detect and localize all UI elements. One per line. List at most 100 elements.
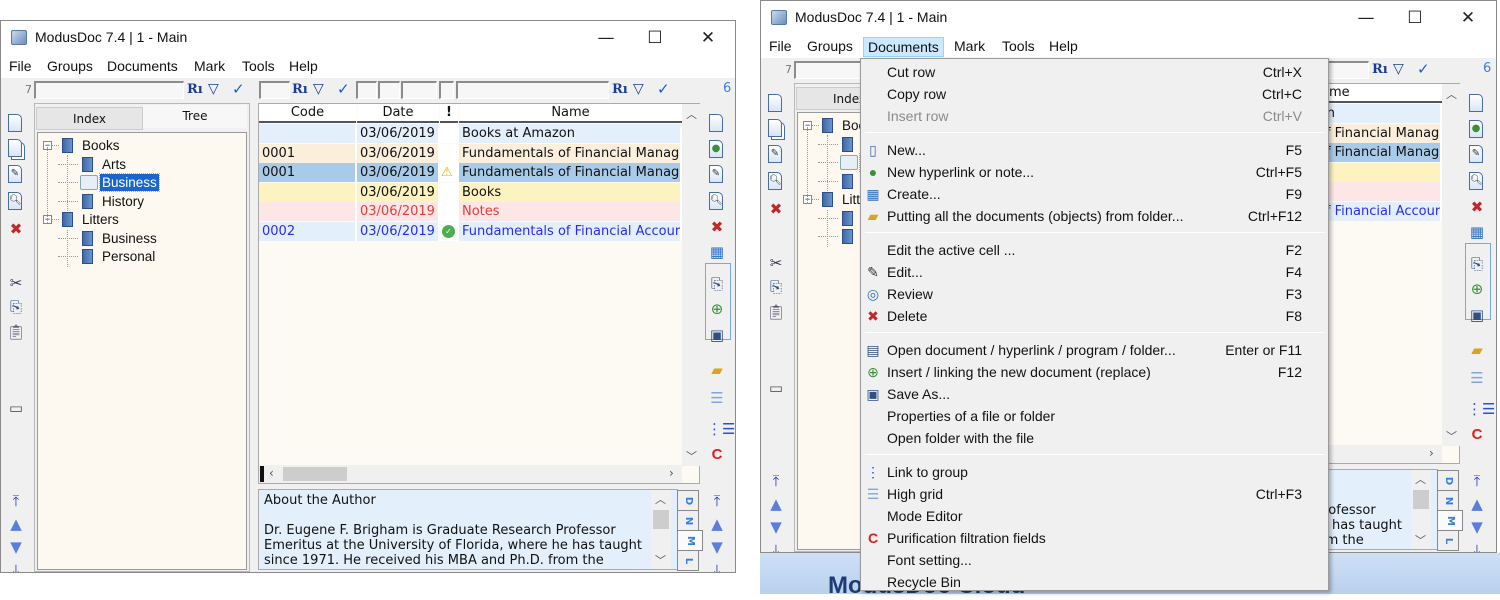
- minimize-button[interactable]: —: [1346, 5, 1386, 31]
- menu-item-open-folder-with-the-file[interactable]: Open folder with the file: [861, 427, 1328, 449]
- high-grid-icon[interactable]: ☰: [1467, 368, 1487, 388]
- filter-register-button[interactable]: Rı: [612, 82, 628, 97]
- menu-item-insert-linking-the-new-document-replace[interactable]: ⊕ Insert / linking the new document (repl…: [861, 361, 1328, 383]
- last-icon[interactable]: ⤓: [766, 540, 786, 552]
- filter-icon[interactable]: ▽: [208, 81, 219, 97]
- menu-item-review[interactable]: ◎ Review F3: [861, 283, 1328, 305]
- filter-icon[interactable]: ▽: [313, 81, 324, 97]
- cell-name[interactable]: Fundamentals of Financial Manag: [459, 163, 682, 183]
- delete-icon[interactable]: ✖: [1467, 197, 1487, 217]
- delete-icon[interactable]: ✖: [6, 219, 26, 239]
- cell-date[interactable]: 03/06/2019: [357, 222, 440, 241]
- first-icon[interactable]: ⤒: [1467, 471, 1487, 491]
- link-group-icon[interactable]: ⋮☰: [707, 419, 735, 439]
- globe-document-icon[interactable]: ●: [1467, 119, 1487, 139]
- notes-tab-l[interactable]: L: [1437, 530, 1459, 551]
- cell-flag[interactable]: [440, 182, 459, 202]
- apply-check-icon[interactable]: ✓: [657, 80, 670, 98]
- cell-code[interactable]: 0001: [259, 143, 357, 163]
- maximize-button[interactable]: ☐: [1395, 5, 1435, 31]
- column-header-name[interactable]: Name: [459, 104, 682, 123]
- menu-item-high-grid[interactable]: ☰ High grid Ctrl+F3: [861, 483, 1328, 505]
- cell-code[interactable]: [259, 182, 357, 202]
- review-document-icon[interactable]: 🔍︎: [707, 191, 727, 211]
- menu-help[interactable]: Help: [285, 57, 322, 77]
- tab-tree[interactable]: Tree: [143, 105, 247, 128]
- scroll-thumb[interactable]: [1413, 490, 1429, 509]
- cell-date[interactable]: 03/06/2019: [357, 202, 440, 222]
- last-icon[interactable]: ⤓: [6, 560, 26, 572]
- cell-code[interactable]: [259, 124, 357, 143]
- prev-icon[interactable]: ▲: [707, 514, 727, 534]
- close-button[interactable]: ✕: [1448, 5, 1488, 31]
- table-row[interactable]: 000103/06/2019 Fundamentals of Financial …: [259, 143, 682, 163]
- table-row[interactable]: 03/06/2019 Notes: [259, 202, 682, 222]
- edit-document-icon[interactable]: ✎: [6, 164, 26, 184]
- cell-date[interactable]: 03/06/2019: [357, 124, 440, 143]
- menu-item-putting-all-the-documents-objects-from-folder[interactable]: ▰ Putting all the documents (objects) fro…: [861, 205, 1328, 227]
- paste-icon[interactable]: 📋︎: [6, 322, 26, 342]
- group-filter-input[interactable]: [34, 81, 184, 99]
- first-icon[interactable]: ⤒: [766, 471, 786, 491]
- filter-register-button[interactable]: Rı: [187, 82, 203, 97]
- scroll-up-icon[interactable]: ︿: [1415, 471, 1426, 487]
- menu-item-new[interactable]: ▯ New... F5: [861, 139, 1328, 161]
- filter-register-button[interactable]: Rı: [1372, 62, 1388, 77]
- create-form-icon[interactable]: ▦: [707, 242, 727, 262]
- edit-document-icon[interactable]: ✎: [766, 144, 786, 164]
- cut-icon[interactable]: ✂: [6, 273, 26, 293]
- cell-flag[interactable]: ⚠: [440, 163, 459, 183]
- new-document-icon[interactable]: [1467, 93, 1487, 113]
- grid-vertical-scrollbar[interactable]: ︿ ﹀: [682, 104, 700, 466]
- grid-vertical-scrollbar[interactable]: ︿ ﹀: [1442, 84, 1460, 446]
- first-icon[interactable]: ⤒: [6, 491, 26, 511]
- menu-item-properties-of-a-file-or-folder[interactable]: Properties of a file or folder: [861, 405, 1328, 427]
- menu-item-purification-filtration-fields[interactable]: C Purification filtration fields: [861, 527, 1328, 549]
- table-row[interactable]: 03/06/2019 Books: [259, 182, 682, 202]
- copy-row-icon[interactable]: ⎘: [766, 277, 786, 297]
- menu-item-delete[interactable]: ✖ Delete F8: [861, 305, 1328, 327]
- cell-code[interactable]: 0002: [259, 222, 357, 241]
- tab-index[interactable]: Index: [36, 107, 143, 130]
- next-icon[interactable]: ▼: [1467, 517, 1487, 537]
- delete-icon[interactable]: ✖: [707, 217, 727, 237]
- cell-date[interactable]: 03/06/2019: [357, 143, 440, 163]
- menu-item-font-setting[interactable]: Font setting...: [861, 549, 1328, 571]
- menu-item-edit-the-active-cell[interactable]: Edit the active cell ... F2: [861, 239, 1328, 261]
- scroll-down-icon[interactable]: ﹀: [1415, 532, 1426, 548]
- notes-panel[interactable]: About the Author Dr. Eugene F. Brigham is…: [258, 489, 678, 570]
- cell-flag[interactable]: [440, 124, 459, 143]
- filter-icon[interactable]: ▽: [1393, 61, 1404, 77]
- menu-mark[interactable]: Mark: [190, 57, 229, 77]
- notes-scrollbar[interactable]: ︿ ﹀: [1411, 470, 1431, 549]
- paste-icon[interactable]: 📋︎: [766, 302, 786, 322]
- filter-register-button[interactable]: Rı: [292, 82, 308, 97]
- next-icon[interactable]: ▼: [6, 537, 26, 557]
- menu-item-edit[interactable]: ✎ Edit... F4: [861, 261, 1328, 283]
- apply-check-icon[interactable]: ✓: [337, 80, 350, 98]
- copy-row-icon[interactable]: ⎘: [6, 297, 26, 317]
- new-document-icon[interactable]: [707, 113, 727, 133]
- scroll-right-icon[interactable]: ›: [1429, 446, 1434, 460]
- cell-code[interactable]: 0001: [259, 163, 357, 183]
- column-header-code[interactable]: Code: [259, 104, 356, 123]
- menu-item-open-document-hyperlink-program-folder[interactable]: ▤ Open document / hyperlink / program / f…: [861, 339, 1328, 361]
- copy-row-icon[interactable]: ⎘: [1467, 254, 1487, 274]
- menu-mark[interactable]: Mark: [950, 37, 989, 57]
- table-row[interactable]: 000103/06/2019⚠ Fundamentals of Financial…: [259, 163, 682, 183]
- cell-flag[interactable]: [440, 143, 459, 163]
- scroll-up-icon[interactable]: ︿: [1446, 86, 1457, 102]
- maximize-button[interactable]: ☐: [635, 25, 675, 51]
- create-form-icon[interactable]: ▦: [1467, 222, 1487, 242]
- flag-filter-input[interactable]: [439, 81, 454, 99]
- scroll-up-icon[interactable]: ︿: [655, 491, 666, 507]
- code-filter-input[interactable]: [259, 81, 290, 99]
- scroll-right-icon[interactable]: ›: [669, 466, 674, 480]
- purification-icon[interactable]: C: [707, 445, 727, 465]
- scroll-thumb[interactable]: [283, 467, 347, 481]
- menu-item-new-hyperlink-or-note[interactable]: ● New hyperlink or note... Ctrl+F5: [861, 161, 1328, 183]
- edit-document-icon[interactable]: ✎: [1467, 144, 1487, 164]
- copy-row-icon[interactable]: ⎘: [707, 274, 727, 294]
- cell-flag[interactable]: [440, 202, 459, 222]
- high-grid-icon[interactable]: ☰: [707, 388, 727, 408]
